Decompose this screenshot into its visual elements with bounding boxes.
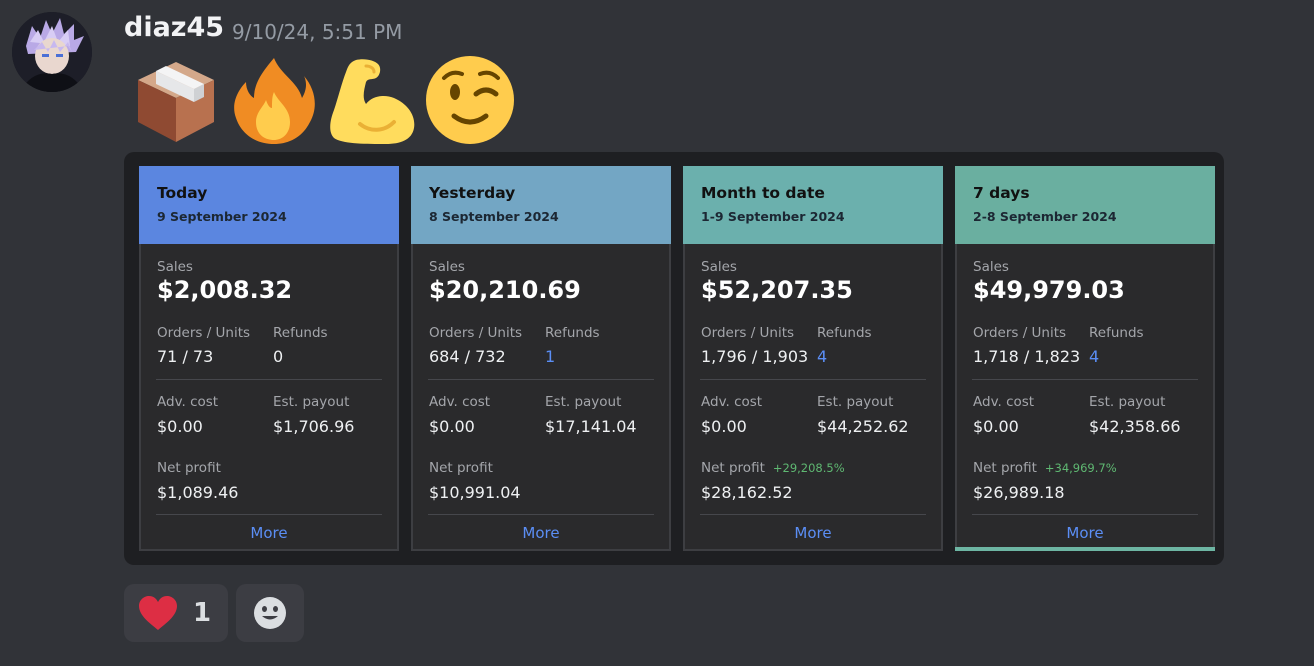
net-profit-label-text: Net profit (429, 460, 493, 476)
more-link[interactable]: More (141, 524, 397, 542)
net-profit-change: +34,969.7% (1044, 461, 1117, 475)
net-profit-value: $28,162.52 (701, 483, 793, 502)
adv-cost-label: Adv. cost (973, 394, 1035, 410)
winking-face-emoji-icon (426, 56, 514, 144)
orders-units-label: Orders / Units (429, 325, 523, 341)
refunds-value-link[interactable]: 1 (545, 347, 555, 366)
fire-emoji-icon (234, 58, 315, 144)
refunds-label: Refunds (817, 325, 872, 341)
sales-value: $52,207.35 (701, 276, 853, 304)
refunds-value-link[interactable]: 4 (1089, 347, 1099, 366)
est-payout-label: Est. payout (273, 394, 350, 410)
card-header: Month to date 1-9 September 2024 (683, 166, 943, 244)
package-emoji-icon (138, 62, 214, 142)
stats-card-month-to-date: Month to date 1-9 September 2024 Sales $… (683, 166, 943, 551)
orders-units-value: 71 / 73 (157, 347, 214, 366)
sales-value: $49,979.03 (973, 276, 1125, 304)
divider (428, 514, 654, 515)
est-payout-value: $42,358.66 (1089, 417, 1181, 436)
adv-cost-value: $0.00 (157, 417, 203, 436)
card-date: 9 September 2024 (157, 209, 287, 224)
add-reaction-button[interactable] (236, 584, 304, 642)
net-profit-label: Net profit (157, 460, 229, 476)
orders-units-value: 1,796 / 1,903 (701, 347, 809, 366)
est-payout-label: Est. payout (817, 394, 894, 410)
orders-units-value: 1,718 / 1,823 (973, 347, 1081, 366)
avatar-image (12, 12, 92, 92)
adv-cost-label: Adv. cost (429, 394, 491, 410)
sales-label: Sales (157, 259, 193, 275)
stats-embed: Today 9 September 2024 Sales $2,008.32 O… (124, 152, 1224, 565)
card-date: 8 September 2024 (429, 209, 559, 224)
sales-label: Sales (973, 259, 1009, 275)
sales-value: $20,210.69 (429, 276, 581, 304)
card-title: Today (157, 184, 208, 202)
refunds-label: Refunds (545, 325, 600, 341)
sales-label: Sales (429, 259, 465, 275)
sales-label: Sales (701, 259, 737, 275)
username[interactable]: diaz45 (124, 12, 224, 43)
net-profit-value: $10,991.04 (429, 483, 521, 502)
est-payout-value: $1,706.96 (273, 417, 355, 436)
divider (700, 514, 926, 515)
card-header: Yesterday 8 September 2024 (411, 166, 671, 244)
net-profit-label-text: Net profit (701, 460, 765, 476)
net-profit-label: Net profit +29,208.5% (701, 460, 845, 476)
divider (700, 379, 926, 380)
more-link[interactable]: More (685, 524, 941, 542)
card-header: 7 days 2-8 September 2024 (955, 166, 1215, 244)
card-date: 1-9 September 2024 (701, 209, 845, 224)
heart-reaction-button[interactable]: 1 (124, 584, 228, 642)
refunds-value: 0 (273, 347, 284, 366)
net-profit-label: Net profit +34,969.7% (973, 460, 1117, 476)
emoji-row (130, 52, 516, 148)
divider (156, 379, 382, 380)
more-link[interactable]: More (957, 524, 1213, 542)
sales-value: $2,008.32 (157, 276, 293, 304)
card-title: Yesterday (429, 184, 516, 202)
divider (972, 379, 1198, 380)
divider (972, 514, 1198, 515)
refunds-value-link[interactable]: 4 (817, 347, 827, 366)
heart-icon (139, 596, 177, 630)
more-link[interactable]: More (413, 524, 669, 542)
net-profit-label-text: Net profit (973, 460, 1037, 476)
orders-units-label: Orders / Units (157, 325, 251, 341)
adv-cost-value: $0.00 (973, 417, 1019, 436)
refunds-label: Refunds (1089, 325, 1144, 341)
stats-card-yesterday: Yesterday 8 September 2024 Sales $20,210… (411, 166, 671, 551)
est-payout-value: $44,252.62 (817, 417, 909, 436)
flexed-biceps-emoji-icon (330, 59, 415, 144)
orders-units-label: Orders / Units (973, 325, 1067, 341)
card-header: Today 9 September 2024 (139, 166, 399, 244)
divider (428, 379, 654, 380)
stats-card-7-days: 7 days 2-8 September 2024 Sales $49,979.… (955, 166, 1215, 551)
adv-cost-value: $0.00 (429, 417, 475, 436)
est-payout-value: $17,141.04 (545, 417, 637, 436)
net-profit-value: $26,989.18 (973, 483, 1065, 502)
card-title: 7 days (973, 184, 1030, 202)
est-payout-label: Est. payout (545, 394, 622, 410)
adv-cost-label: Adv. cost (701, 394, 763, 410)
orders-units-value: 684 / 732 (429, 347, 506, 366)
net-profit-label: Net profit (429, 460, 501, 476)
est-payout-label: Est. payout (1089, 394, 1166, 410)
card-title: Month to date (701, 184, 825, 202)
adv-cost-label: Adv. cost (157, 394, 219, 410)
card-date: 2-8 September 2024 (973, 209, 1117, 224)
divider (156, 514, 382, 515)
orders-units-label: Orders / Units (701, 325, 795, 341)
heart-reaction-count: 1 (193, 598, 212, 628)
adv-cost-value: $0.00 (701, 417, 747, 436)
user-avatar[interactable] (12, 12, 92, 92)
active-card-indicator (955, 547, 1215, 551)
net-profit-label-text: Net profit (157, 460, 221, 476)
net-profit-change: +29,208.5% (772, 461, 845, 475)
refunds-label: Refunds (273, 325, 328, 341)
message-timestamp: 9/10/24, 5:51 PM (232, 20, 403, 44)
net-profit-value: $1,089.46 (157, 483, 239, 502)
add-reaction-icon (254, 597, 286, 629)
stats-card-today: Today 9 September 2024 Sales $2,008.32 O… (139, 166, 399, 551)
